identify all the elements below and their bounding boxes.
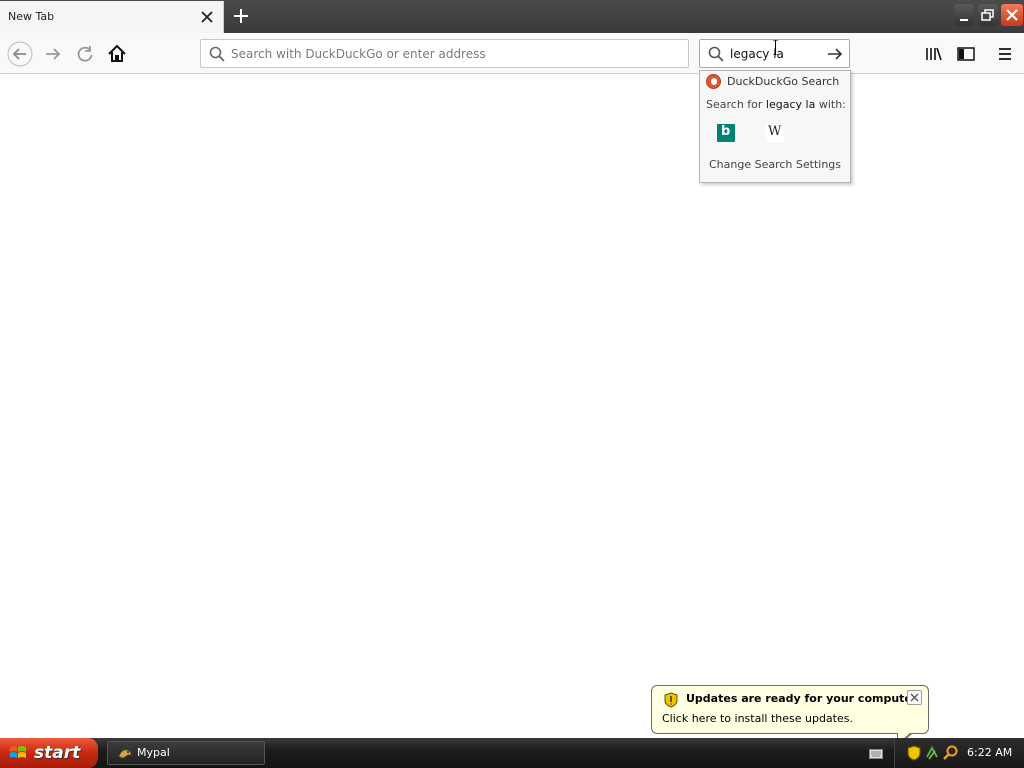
notification-title: Updates are ready for your computer	[686, 692, 918, 705]
restore-icon	[981, 9, 994, 21]
new-tab-icon[interactable]	[230, 5, 252, 27]
search-engine-popup: DuckDuckGo Search Search for legacy la w…	[699, 70, 851, 183]
close-window-button[interactable]	[1001, 4, 1023, 26]
search-icon	[708, 46, 724, 62]
network-icon[interactable]	[925, 745, 939, 761]
address-bar[interactable]	[200, 39, 689, 68]
taskbar-item-mypal[interactable]: Mypal	[107, 741, 265, 765]
page-content	[0, 74, 1024, 738]
mypal-app-icon	[118, 749, 132, 759]
notification-body[interactable]: Click here to install these updates.	[662, 712, 853, 725]
security-shield-icon[interactable]	[907, 745, 921, 761]
duckduckgo-icon	[706, 74, 721, 89]
system-tray: 6:22 AM	[894, 738, 1024, 768]
taskbar-item-label: Mypal	[137, 746, 170, 759]
search-icon	[209, 46, 225, 62]
clock[interactable]: 6:22 AM	[967, 746, 1012, 759]
search-tray-icon[interactable]	[943, 745, 959, 761]
library-icon[interactable]	[924, 44, 944, 64]
update-notification-balloon[interactable]: Updates are ready for your computer Clic…	[651, 685, 929, 734]
sidebar-icon[interactable]	[956, 44, 976, 64]
start-button[interactable]: start	[0, 738, 98, 768]
windows-logo-icon	[10, 746, 26, 758]
minimize-icon	[960, 19, 968, 21]
back-icon[interactable]	[7, 41, 33, 67]
close-icon	[910, 693, 919, 702]
tab-strip: New Tab	[0, 0, 1024, 33]
search-query: legacy la	[765, 98, 816, 111]
security-shield-icon	[664, 692, 678, 708]
close-tab-icon[interactable]	[198, 8, 216, 26]
arrow-right-icon[interactable]	[826, 45, 844, 63]
notification-close-button[interactable]	[907, 690, 922, 705]
reload-icon[interactable]	[72, 41, 98, 67]
bing-icon[interactable]: b	[717, 124, 735, 142]
search-for-text: Search for legacy la with:	[706, 98, 846, 111]
current-engine-row[interactable]: DuckDuckGo Search	[706, 74, 846, 92]
keyboard-icon[interactable]	[869, 749, 883, 759]
menu-icon[interactable]	[996, 44, 1014, 64]
close-icon	[1006, 9, 1018, 21]
forward-icon[interactable]	[40, 41, 66, 67]
current-engine-label: DuckDuckGo Search	[727, 75, 840, 88]
tab-title: New Tab	[8, 10, 55, 23]
text-cursor-icon	[773, 40, 778, 55]
navigation-toolbar	[0, 33, 1024, 74]
home-icon[interactable]	[104, 41, 130, 67]
change-search-settings-button[interactable]: Change Search Settings	[700, 158, 850, 171]
wikipedia-icon[interactable]: W	[766, 124, 784, 142]
restore-button[interactable]	[978, 4, 998, 26]
tab-new-tab[interactable]: New Tab	[0, 1, 224, 33]
minimize-button[interactable]	[954, 4, 974, 26]
address-input[interactable]	[231, 45, 671, 63]
start-label: start	[34, 743, 81, 763]
